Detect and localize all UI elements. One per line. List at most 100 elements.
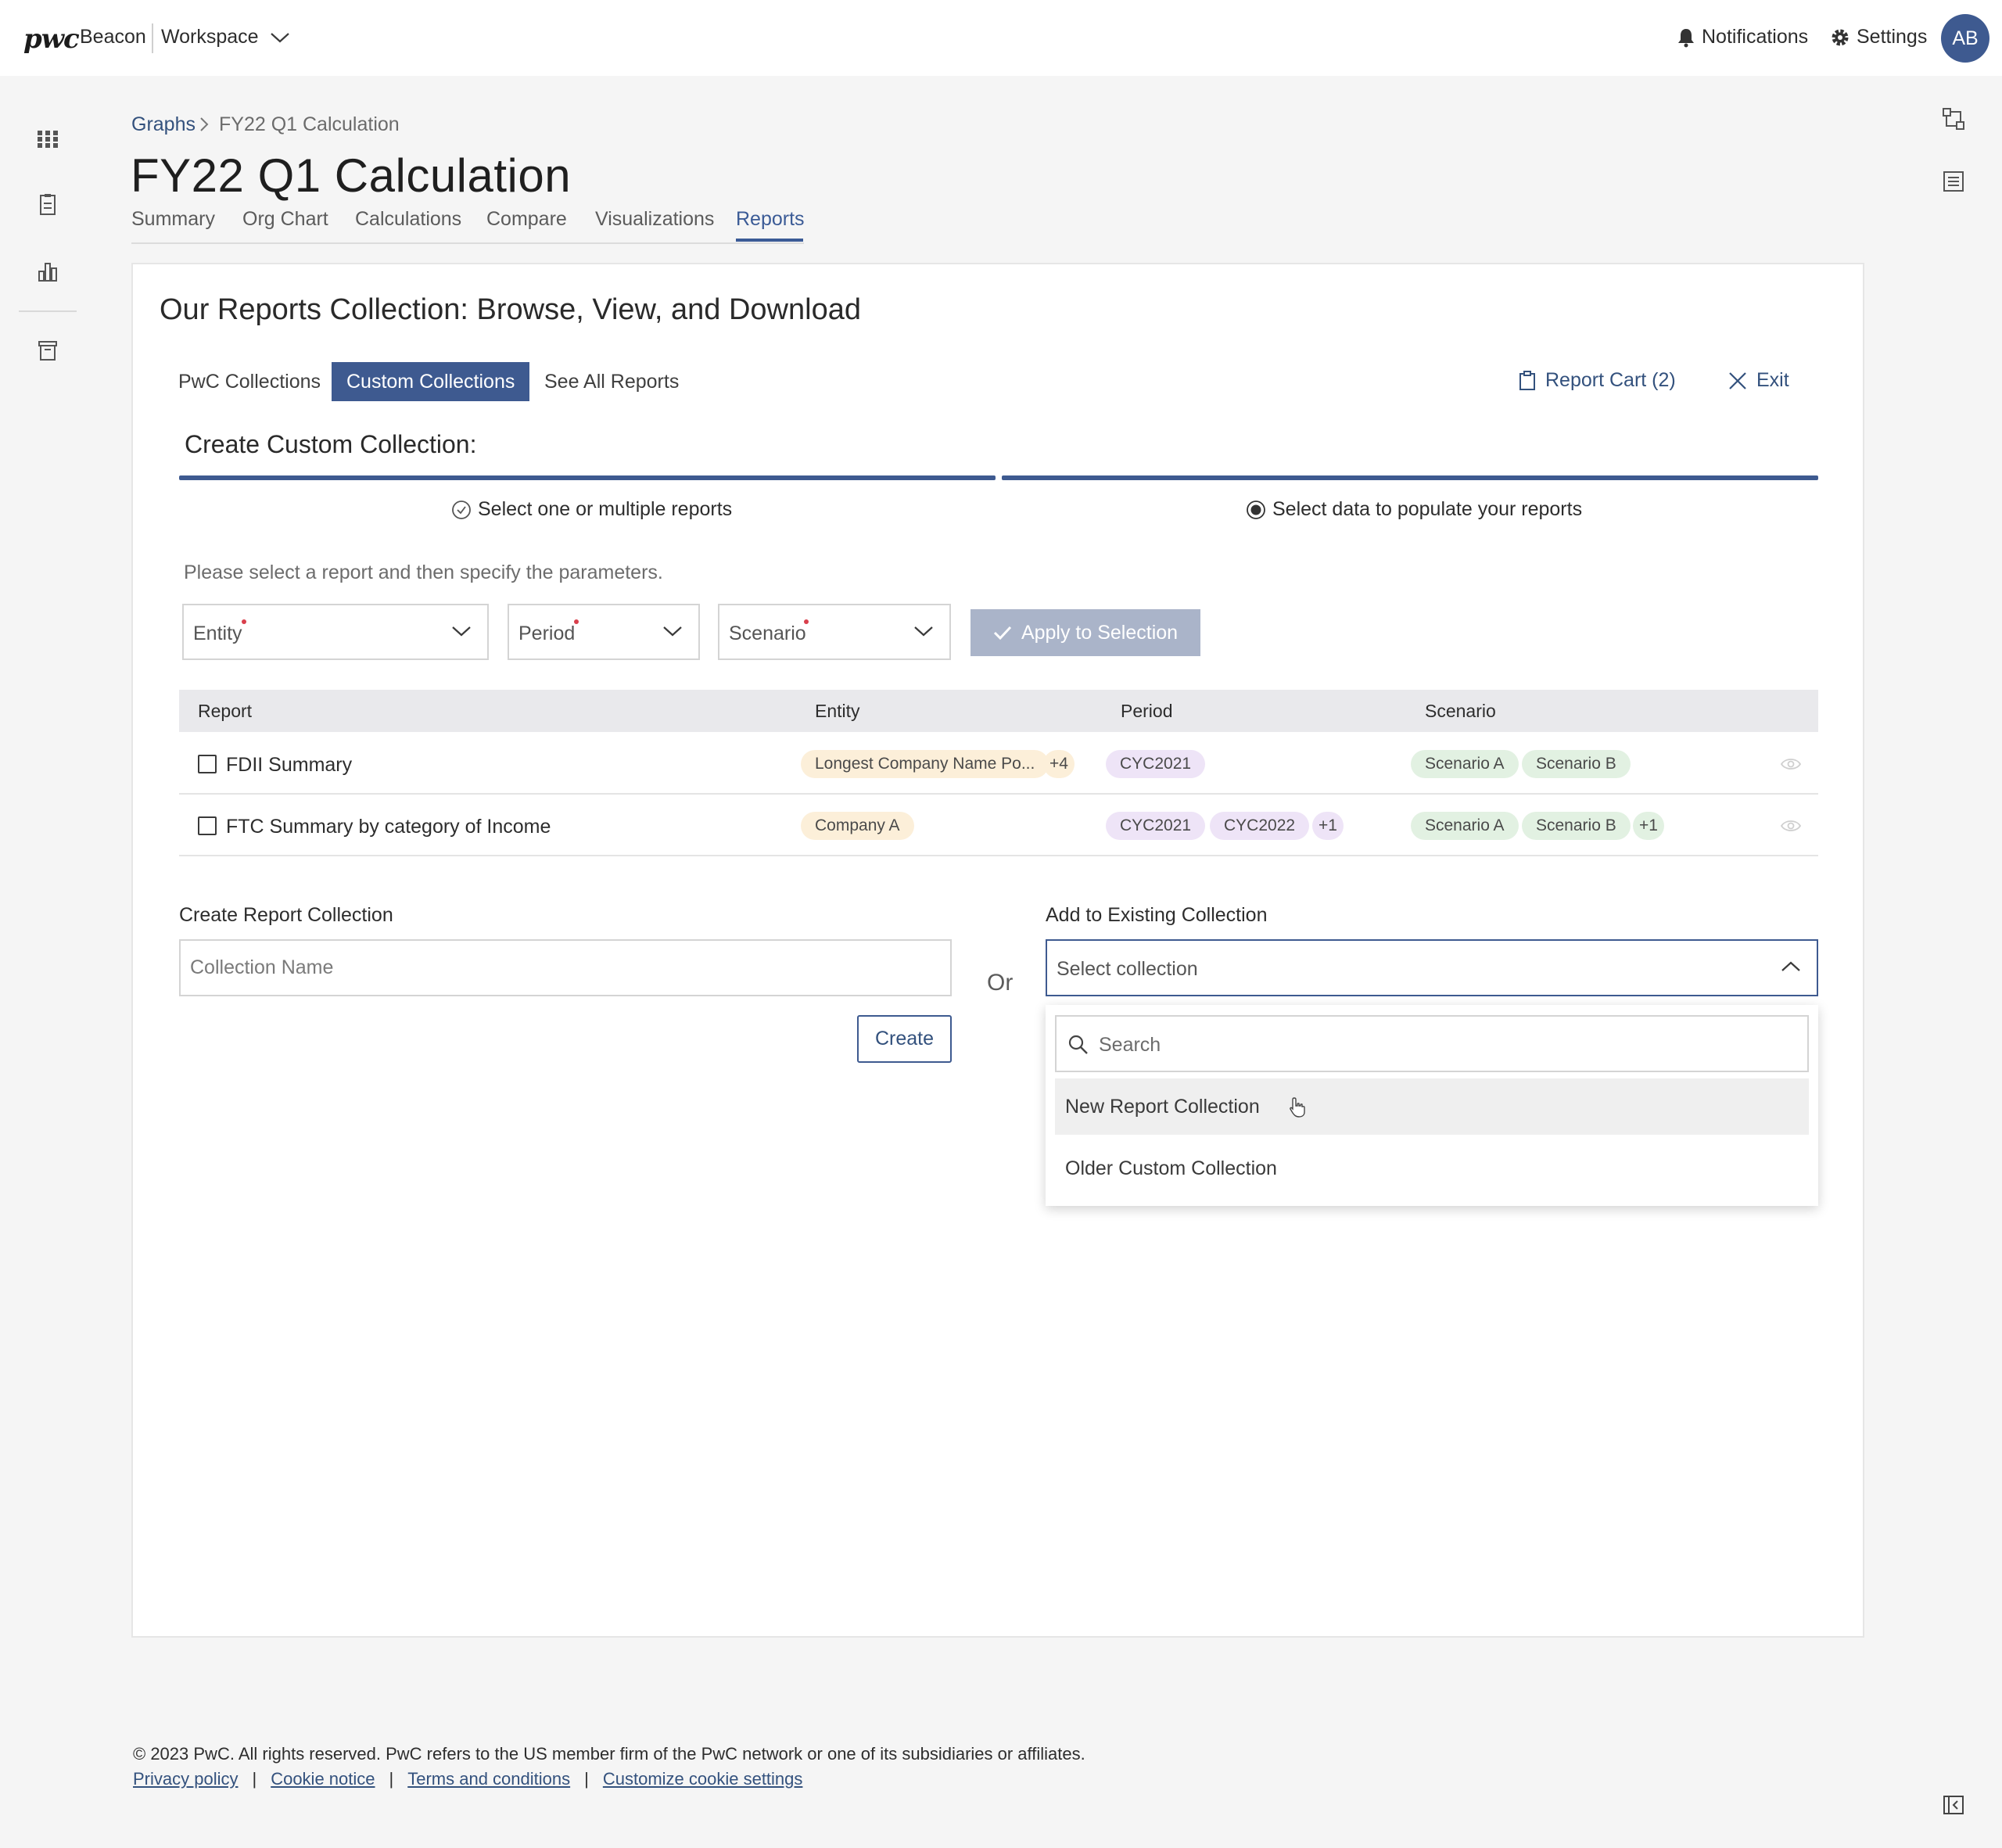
footer-links: Privacy policy | Cookie notice | Terms a… [133, 1769, 802, 1789]
row-checkbox[interactable] [198, 816, 217, 835]
active-tab-indicator [736, 239, 803, 242]
workspace-menu[interactable]: Workspace [161, 26, 290, 48]
close-icon [1728, 371, 1747, 390]
tab-calculations[interactable]: Calculations [355, 208, 461, 231]
entity-chip: Company A [801, 812, 914, 840]
select-collection-placeholder: Select collection [1057, 958, 1198, 980]
archive-icon[interactable] [36, 339, 59, 362]
collection-search-input[interactable] [1097, 1024, 1796, 1065]
cookie-settings-link[interactable]: Customize cookie settings [603, 1769, 803, 1789]
row-divider [179, 793, 1818, 795]
period-chip: CYC2021 [1106, 812, 1206, 840]
cookie-notice-link[interactable]: Cookie notice [271, 1769, 375, 1789]
radio-selected-icon [1246, 500, 1266, 520]
period-select[interactable]: Period [508, 604, 700, 660]
notifications-button[interactable]: Notifications [1677, 26, 1808, 48]
breadcrumb-current: FY22 Q1 Calculation [219, 113, 400, 135]
report-name: FTC Summary by category of Income [226, 816, 551, 838]
period-select-label: Period [518, 623, 576, 644]
eye-icon[interactable] [1780, 756, 1802, 772]
footer-separator: | [584, 1769, 589, 1789]
tab-reports[interactable]: Reports [736, 208, 805, 231]
required-indicator [242, 619, 246, 624]
subtab-custom-collections[interactable]: Custom Collections [332, 362, 530, 401]
step-1[interactable]: Select one or multiple reports [451, 498, 732, 521]
report-cart-button[interactable]: Report Cart (2) [1519, 369, 1676, 392]
workspace-label: Workspace [161, 26, 259, 48]
step-1-label: Select one or multiple reports [478, 498, 733, 520]
footer-separator: | [252, 1769, 257, 1789]
settings-button[interactable]: Settings [1830, 26, 1927, 48]
grid-icon[interactable] [36, 127, 59, 151]
chevron-down-icon [913, 625, 934, 637]
scenario-chip: Scenario A [1411, 812, 1519, 840]
create-collection-title: Create Custom Collection: [185, 430, 477, 458]
notifications-label: Notifications [1702, 26, 1809, 48]
clipboard-icon [1519, 370, 1536, 391]
product-name[interactable]: Beacon [80, 26, 146, 48]
chevron-up-icon [1781, 960, 1801, 973]
settings-label: Settings [1857, 26, 1928, 48]
chevron-down-icon [662, 625, 683, 637]
exit-label: Exit [1756, 369, 1789, 391]
option-new-report-collection[interactable]: New Report Collection [1055, 1078, 1809, 1135]
scenario-select[interactable]: Scenario [718, 604, 951, 660]
step-2[interactable]: Select data to populate your reports [1246, 498, 1582, 521]
create-button[interactable]: Create [857, 1015, 952, 1063]
exit-button[interactable]: Exit [1728, 369, 1789, 392]
tab-visualizations[interactable]: Visualizations [595, 208, 714, 231]
tab-compare[interactable]: Compare [486, 208, 567, 231]
privacy-policy-link[interactable]: Privacy policy [133, 1769, 238, 1789]
select-collection-dropdown[interactable]: Select collection [1046, 939, 1818, 996]
report-cart-label: Report Cart (2) [1545, 369, 1676, 391]
pointer-cursor-icon [1288, 1096, 1307, 1118]
column-period: Period [1121, 701, 1173, 721]
eye-icon[interactable] [1780, 818, 1802, 834]
scenario-chip: Scenario A [1411, 750, 1519, 778]
gear-icon [1830, 27, 1850, 48]
period-chip: CYC2021 [1106, 750, 1206, 778]
header-divider [152, 23, 153, 53]
required-indicator [804, 619, 809, 624]
report-name: FDII Summary [226, 754, 353, 776]
rail-divider [19, 310, 77, 312]
scenario-chip: Scenario B [1522, 812, 1631, 840]
column-scenario: Scenario [1425, 701, 1496, 721]
entity-more-chip[interactable]: +4 [1043, 750, 1075, 778]
row-divider [179, 855, 1818, 856]
tab-summary[interactable]: Summary [131, 208, 215, 231]
period-more-chip[interactable]: +1 [1312, 812, 1344, 840]
create-collection-label: Create Report Collection [179, 904, 393, 926]
or-label: Or [987, 970, 1014, 996]
list-icon[interactable] [1942, 170, 1965, 193]
tab-org-chart[interactable]: Org Chart [242, 208, 328, 231]
breadcrumb-graphs[interactable]: Graphs [131, 113, 196, 136]
check-icon [993, 625, 1012, 641]
terms-link[interactable]: Terms and conditions [407, 1769, 570, 1789]
collection-search[interactable] [1055, 1015, 1809, 1072]
collection-name-input[interactable] [179, 939, 952, 996]
apply-to-selection-button[interactable]: Apply to Selection [971, 609, 1200, 656]
collapse-panel-icon[interactable] [1942, 1793, 1965, 1817]
diagram-icon[interactable] [1942, 107, 1965, 131]
check-circle-icon [451, 500, 472, 520]
chart-icon[interactable] [36, 260, 59, 284]
footer-separator: | [389, 1769, 394, 1789]
reports-title: Our Reports Collection: Browse, View, an… [160, 293, 861, 326]
footer-copyright: © 2023 PwC. All rights reserved. PwC ref… [133, 1744, 1085, 1764]
step-2-progress [1002, 475, 1818, 480]
step-2-label: Select data to populate your reports [1272, 498, 1583, 520]
user-avatar[interactable]: AB [1941, 14, 1989, 63]
entity-select[interactable]: Entity [182, 604, 489, 660]
document-icon[interactable] [36, 193, 59, 217]
option-older-custom-collection[interactable]: Older Custom Collection [1055, 1140, 1809, 1197]
required-indicator [574, 619, 579, 624]
existing-collection-label: Add to Existing Collection [1046, 904, 1268, 926]
pwc-logo[interactable]: pwc [23, 23, 80, 55]
page-title: FY22 Q1 Calculation [131, 149, 572, 202]
entity-select-label: Entity [193, 623, 242, 644]
scenario-more-chip[interactable]: +1 [1633, 812, 1664, 840]
subtab-pwc-collections[interactable]: PwC Collections [178, 362, 321, 401]
subtab-see-all-reports[interactable]: See All Reports [544, 362, 679, 401]
row-checkbox[interactable] [198, 755, 217, 773]
